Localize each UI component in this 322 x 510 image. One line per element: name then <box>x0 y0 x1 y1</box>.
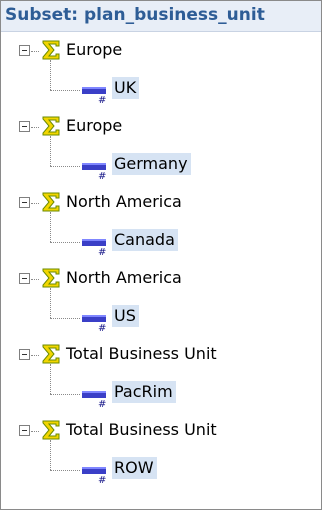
tree-connector <box>31 203 39 204</box>
tree-connector <box>31 127 39 128</box>
tree-connector <box>50 60 51 90</box>
tree-connector <box>50 440 51 470</box>
tree-connector <box>31 355 39 356</box>
tree-child-label[interactable]: US <box>112 305 139 327</box>
tree-connector <box>50 470 80 471</box>
sigma-icon <box>42 192 60 212</box>
tree-connector <box>50 364 51 394</box>
tree-parent-row[interactable]: North America <box>1 260 321 298</box>
svg-text:#: # <box>98 95 106 104</box>
tree-connector <box>50 90 80 91</box>
numeric-element-icon: # <box>82 467 106 484</box>
tree-parent-label[interactable]: North America <box>66 191 182 213</box>
tree-connector <box>31 431 39 432</box>
tree-connector <box>50 288 51 318</box>
tree-child-row[interactable]: # US <box>1 288 321 336</box>
tree-child-row[interactable]: # UK <box>1 60 321 108</box>
svg-text:#: # <box>98 171 106 180</box>
collapse-minus-icon[interactable] <box>19 45 30 56</box>
tree-parent-label[interactable]: Europe <box>66 39 122 61</box>
tree-connector <box>50 136 51 166</box>
svg-text:#: # <box>98 247 106 256</box>
numeric-element-icon: # <box>82 391 106 408</box>
tree-node-europe-2: Europe # Germany <box>1 108 321 184</box>
collapse-minus-icon[interactable] <box>19 425 30 436</box>
tree-child-row[interactable]: # Canada <box>1 212 321 260</box>
numeric-element-icon: # <box>82 163 106 180</box>
tree-parent-row[interactable]: North America <box>1 184 321 222</box>
subset-title: Subset: plan_business_unit <box>1 1 321 32</box>
tree-connector <box>50 166 80 167</box>
sigma-icon <box>42 116 60 136</box>
tree-connector <box>31 279 39 280</box>
subset-tree: Europe # UK Europe # Germany North Ameri… <box>1 32 321 488</box>
tree-node-north-america-2: North America # US <box>1 260 321 336</box>
tree-node-total-business-unit-1: Total Business Unit # PacRim <box>1 336 321 412</box>
sigma-icon <box>42 344 60 364</box>
collapse-minus-icon[interactable] <box>19 273 30 284</box>
tree-connector <box>31 51 39 52</box>
tree-connector <box>50 318 80 319</box>
tree-child-row[interactable]: # PacRim <box>1 364 321 412</box>
sigma-icon <box>42 268 60 288</box>
tree-connector <box>50 394 80 395</box>
tree-parent-row[interactable]: Europe <box>1 32 321 70</box>
collapse-minus-icon[interactable] <box>19 349 30 360</box>
tree-node-total-business-unit-2: Total Business Unit # ROW <box>1 412 321 488</box>
subset-panel: Subset: plan_business_unit Europe # UK E… <box>0 0 322 510</box>
tree-parent-label[interactable]: Total Business Unit <box>66 343 217 365</box>
tree-parent-label[interactable]: North America <box>66 267 182 289</box>
tree-child-label[interactable]: Canada <box>112 229 178 251</box>
svg-text:#: # <box>98 475 106 484</box>
tree-connector <box>50 242 80 243</box>
tree-parent-label[interactable]: Total Business Unit <box>66 419 217 441</box>
tree-child-label[interactable]: Germany <box>112 153 191 175</box>
tree-child-label[interactable]: UK <box>112 77 140 99</box>
numeric-element-icon: # <box>82 87 106 104</box>
tree-node-europe-1: Europe # UK <box>1 32 321 108</box>
sigma-icon <box>42 420 60 440</box>
svg-text:#: # <box>98 399 106 408</box>
tree-child-label[interactable]: PacRim <box>112 381 176 403</box>
tree-parent-row[interactable]: Europe <box>1 108 321 146</box>
tree-parent-row[interactable]: Total Business Unit <box>1 412 321 450</box>
sigma-icon <box>42 40 60 60</box>
tree-connector <box>50 212 51 242</box>
svg-text:#: # <box>98 323 106 332</box>
tree-child-label[interactable]: ROW <box>112 457 157 479</box>
tree-node-north-america-1: North America # Canada <box>1 184 321 260</box>
tree-parent-row[interactable]: Total Business Unit <box>1 336 321 374</box>
numeric-element-icon: # <box>82 239 106 256</box>
tree-child-row[interactable]: # ROW <box>1 440 321 488</box>
collapse-minus-icon[interactable] <box>19 121 30 132</box>
numeric-element-icon: # <box>82 315 106 332</box>
tree-parent-label[interactable]: Europe <box>66 115 122 137</box>
collapse-minus-icon[interactable] <box>19 197 30 208</box>
tree-child-row[interactable]: # Germany <box>1 136 321 184</box>
